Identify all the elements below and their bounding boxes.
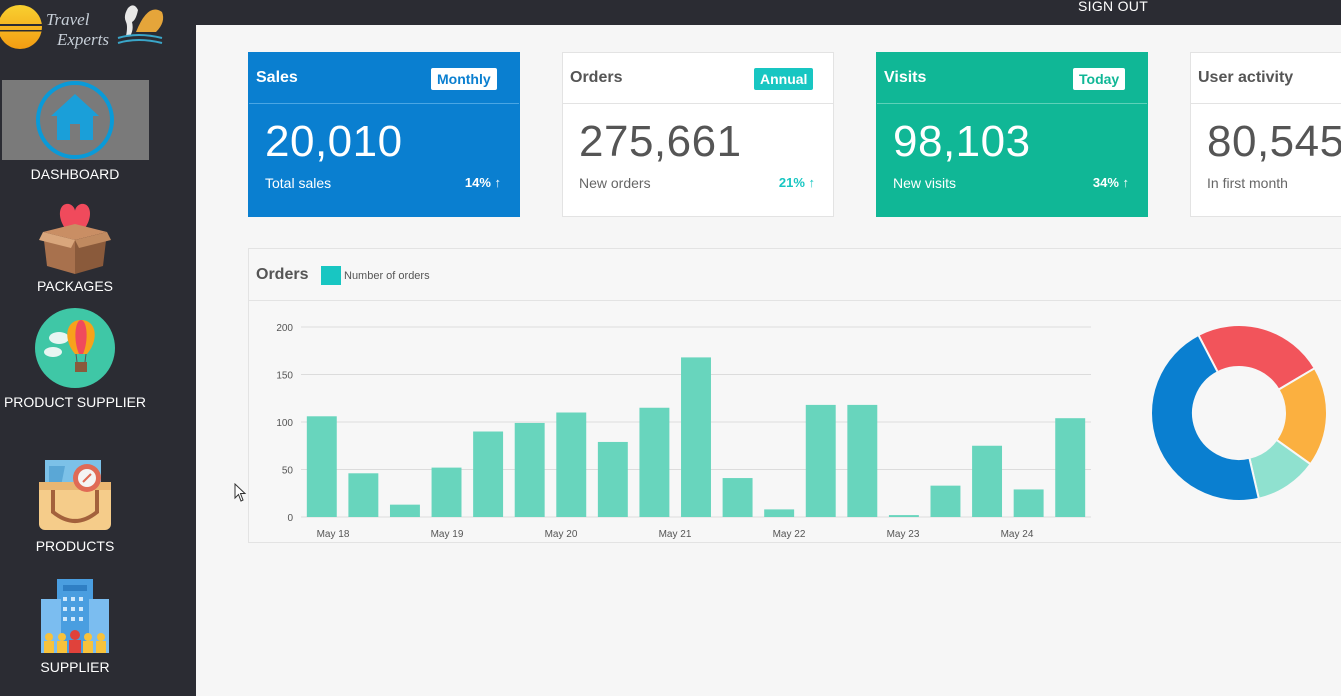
bar bbox=[1013, 489, 1044, 517]
y-tick-label: 150 bbox=[276, 371, 293, 382]
logo[interactable]: Travel Experts bbox=[0, 2, 170, 52]
bar bbox=[556, 412, 587, 517]
card-value: 20,010 bbox=[265, 117, 403, 166]
visits-card: Visits Today 98,103 New visits 34% ↑ bbox=[876, 52, 1148, 217]
orders-card: Orders Annual 275,661 New orders 21% ↑ bbox=[562, 52, 834, 217]
sales-card: Sales Monthly 20,010 Total sales 14% ↑ bbox=[248, 52, 520, 217]
card-value: 80,545 bbox=[1207, 117, 1341, 166]
orders-bar-chart: 0 50 100 150 200 May 18 May 19 May 20 May 21 May … bbox=[276, 323, 1091, 540]
travel-bag-compass-icon bbox=[35, 456, 115, 536]
bar bbox=[681, 357, 711, 517]
sidebar-item-supplier[interactable]: SUPPLIER bbox=[0, 575, 150, 679]
sidebar-item-label: DASHBOARD bbox=[30, 166, 120, 182]
sidebar-item-product-supplier[interactable]: PRODUCT SUPPLIER bbox=[0, 308, 150, 436]
card-percent: 21% ↑ bbox=[778, 175, 815, 190]
gift-box-heart-icon bbox=[35, 196, 115, 276]
card-title: Orders bbox=[570, 69, 623, 86]
sidebar-item-packages[interactable]: PACKAGES bbox=[0, 196, 150, 296]
home-icon bbox=[35, 80, 115, 160]
bar bbox=[764, 509, 795, 517]
x-tick-label: May 22 bbox=[773, 529, 806, 540]
sidebar-item-dashboard[interactable]: DASHBOARD bbox=[0, 80, 150, 184]
card-header: User activity bbox=[1191, 53, 1341, 104]
period-badge[interactable]: Today bbox=[1073, 68, 1126, 90]
card-subtitle: In first month bbox=[1207, 175, 1288, 191]
sidebar-item-products[interactable]: PRODUCTS bbox=[0, 452, 150, 556]
sidebar: Travel Experts DASHBOARD PACKAGES PRODUC… bbox=[0, 0, 196, 696]
x-tick-label: May 24 bbox=[1001, 529, 1034, 540]
bar bbox=[888, 515, 919, 517]
legend-label: Number of orders bbox=[344, 270, 430, 282]
orders-panel: Orders Number of orders 0 50 100 150 200 May … bbox=[248, 248, 1341, 543]
hot-air-balloon-icon bbox=[35, 308, 115, 388]
card-percent: 34% ↑ bbox=[1092, 175, 1129, 190]
x-tick-label: May 20 bbox=[545, 529, 578, 540]
bar bbox=[306, 416, 337, 517]
bar bbox=[348, 473, 379, 517]
card-header: Orders Annual bbox=[563, 53, 833, 104]
bar bbox=[389, 504, 420, 517]
sidebar-item-label: SUPPLIER bbox=[40, 659, 110, 675]
user-activity-card: User activity 80,545 In first month bbox=[1190, 52, 1341, 217]
card-title: Visits bbox=[884, 69, 927, 86]
panel-title: Orders bbox=[256, 266, 309, 283]
logo-text-experts: Experts bbox=[57, 30, 109, 49]
sidebar-item-label: PRODUCT SUPPLIER bbox=[3, 394, 147, 410]
card-header: Sales Monthly bbox=[249, 53, 519, 104]
x-tick-label: May 21 bbox=[659, 529, 692, 540]
bar bbox=[930, 485, 961, 517]
card-subtitle: Total sales bbox=[265, 175, 332, 191]
bar bbox=[972, 445, 1003, 517]
bar bbox=[639, 407, 670, 517]
y-tick-label: 50 bbox=[282, 466, 294, 477]
y-tick-label: 100 bbox=[276, 418, 293, 429]
period-badge[interactable]: Monthly bbox=[431, 68, 497, 90]
building-people-icon bbox=[35, 577, 115, 657]
bar bbox=[847, 404, 878, 517]
x-tick-label: May 23 bbox=[887, 529, 920, 540]
sidebar-item-label: PACKAGES bbox=[37, 278, 113, 294]
card-subtitle: New orders bbox=[579, 175, 651, 191]
card-title: Sales bbox=[256, 69, 298, 86]
bar bbox=[514, 422, 545, 517]
legend-swatch bbox=[321, 266, 341, 285]
bar bbox=[1055, 418, 1086, 517]
x-tick-label: May 18 bbox=[317, 529, 350, 540]
bar bbox=[473, 431, 504, 517]
orders-donut-chart bbox=[1150, 324, 1328, 502]
card-percent: 14% ↑ bbox=[464, 175, 501, 190]
logo-text-travel: Travel bbox=[46, 10, 90, 29]
bar bbox=[597, 441, 628, 517]
panel-header: Orders Number of orders bbox=[249, 249, 1341, 301]
card-header: Visits Today bbox=[877, 53, 1147, 104]
top-bar: SIGN OUT bbox=[0, 0, 1341, 25]
mouse-cursor-icon bbox=[234, 483, 247, 502]
card-value: 98,103 bbox=[893, 117, 1031, 166]
y-tick-label: 200 bbox=[276, 323, 293, 334]
period-badge[interactable]: Annual bbox=[754, 68, 814, 90]
card-value: 275,661 bbox=[579, 117, 742, 166]
x-tick-label: May 19 bbox=[431, 529, 464, 540]
card-title: User activity bbox=[1198, 69, 1294, 86]
bar bbox=[805, 404, 836, 517]
sign-out-link[interactable]: SIGN OUT bbox=[1078, 0, 1148, 14]
card-subtitle: New visits bbox=[893, 175, 957, 191]
bar bbox=[431, 467, 462, 517]
sidebar-item-label: PRODUCTS bbox=[35, 538, 115, 554]
bar bbox=[722, 478, 753, 517]
y-tick-label: 0 bbox=[287, 513, 293, 524]
